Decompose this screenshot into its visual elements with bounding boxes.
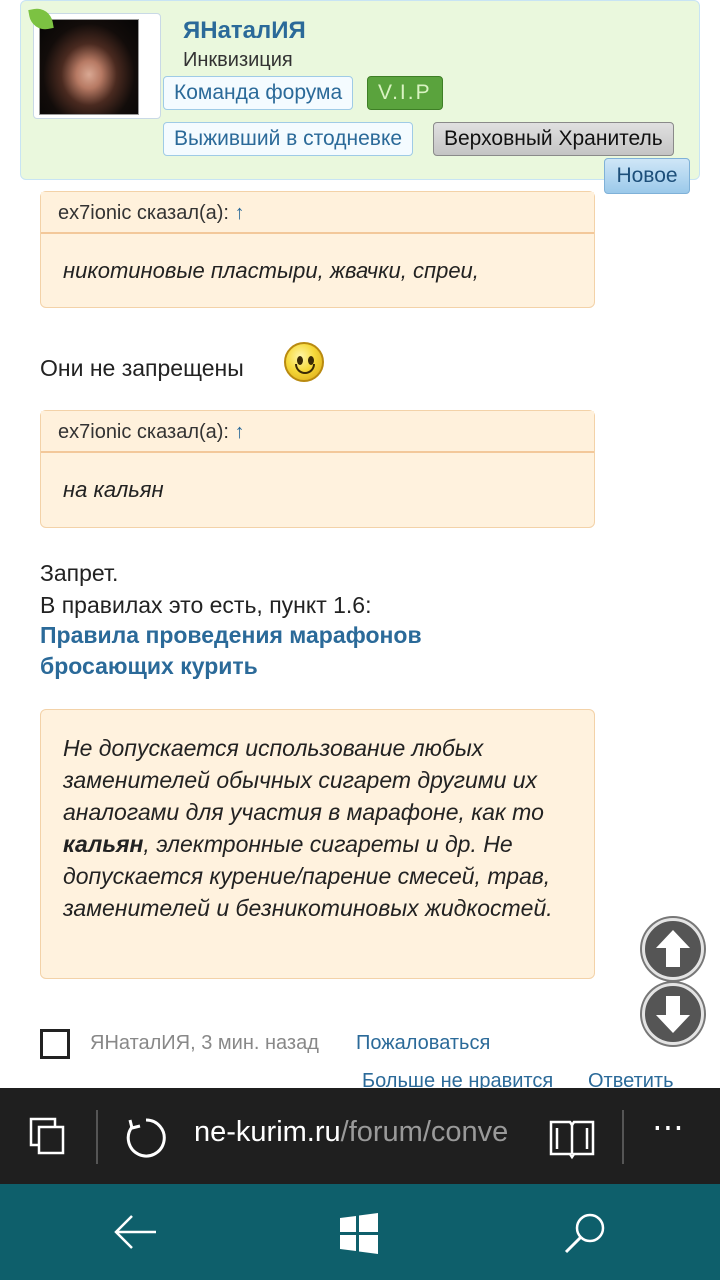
browser-toolbar: ne-kurim.ru/forum/conve ⋯ bbox=[0, 1088, 720, 1184]
username[interactable]: ЯНаталИЯ bbox=[183, 17, 306, 45]
rule-quote: Не допускается использование любых замен… bbox=[40, 709, 595, 979]
avatar-frame[interactable] bbox=[33, 13, 161, 119]
reply-text: Они не запрещены bbox=[40, 355, 244, 381]
new-button[interactable]: Новое bbox=[604, 158, 690, 194]
reply-line: В правилах это есть, пункт 1.6: bbox=[40, 592, 372, 618]
avatar[interactable] bbox=[39, 19, 139, 115]
rule-text: Не допускается использование любых замен… bbox=[63, 735, 544, 825]
more-icon[interactable]: ⋯ bbox=[652, 1108, 687, 1146]
scroll-up-button[interactable] bbox=[642, 918, 704, 980]
url-path: /forum/conve bbox=[340, 1116, 509, 1148]
quote-author: ex7ionic сказал(а): bbox=[58, 202, 229, 224]
rules-link[interactable]: Правила проведения марафонов бросающих к… bbox=[40, 620, 560, 682]
windows-start-icon[interactable] bbox=[338, 1212, 380, 1254]
reading-view-icon[interactable] bbox=[548, 1116, 596, 1160]
profile-card: ЯНаталИЯ Инквизиция Команда форума V.I.P… bbox=[20, 0, 700, 180]
report-link[interactable]: Пожаловаться bbox=[356, 1032, 490, 1055]
rule-bold-text: кальян bbox=[63, 831, 144, 857]
quote-header: ex7ionic сказал(а): ↑ bbox=[41, 411, 594, 453]
quote-block-1: ex7ionic сказал(а): ↑ никотиновые пласты… bbox=[40, 191, 595, 308]
arrow-down-icon bbox=[656, 996, 690, 1033]
scroll-down-button[interactable] bbox=[642, 983, 704, 1045]
badge-survivor: Выживший в стодневке bbox=[163, 122, 414, 156]
system-nav-bar bbox=[0, 1184, 720, 1280]
smiley-icon bbox=[284, 342, 324, 382]
quote-text: на кальян bbox=[63, 477, 164, 502]
arrow-up-icon bbox=[656, 930, 690, 967]
jump-to-quote-icon[interactable]: ↑ bbox=[235, 202, 245, 224]
badge-vip: V.I.P bbox=[367, 76, 443, 110]
tabs-icon[interactable] bbox=[28, 1116, 68, 1156]
back-icon[interactable] bbox=[112, 1212, 160, 1252]
toolbar-divider bbox=[96, 1110, 98, 1164]
address-bar[interactable]: ne-kurim.ru/forum/conve bbox=[194, 1116, 526, 1149]
quote-author: ex7ionic сказал(а): bbox=[58, 421, 229, 443]
post-meta[interactable]: ЯНаталИЯ, 3 мин. назад bbox=[90, 1032, 319, 1055]
badge-forum-team: Команда форума bbox=[163, 76, 354, 110]
toolbar-divider bbox=[622, 1110, 624, 1164]
quote-text: никотиновые пластыри, жвачки, спреи, bbox=[63, 258, 479, 283]
quote-header: ex7ionic сказал(а): ↑ bbox=[41, 192, 594, 234]
url-domain: ne-kurim.ru bbox=[194, 1116, 341, 1148]
reply-line: Запрет. bbox=[40, 560, 119, 586]
refresh-icon[interactable] bbox=[124, 1116, 168, 1160]
badge-keeper: Верховный Хранитель bbox=[433, 122, 674, 156]
search-icon[interactable] bbox=[562, 1210, 608, 1256]
user-title: Инквизиция bbox=[183, 49, 293, 71]
jump-to-quote-icon[interactable]: ↑ bbox=[235, 421, 245, 443]
select-post-checkbox[interactable] bbox=[40, 1029, 70, 1059]
quote-block-2: ex7ionic сказал(а): ↑ на кальян bbox=[40, 410, 595, 528]
